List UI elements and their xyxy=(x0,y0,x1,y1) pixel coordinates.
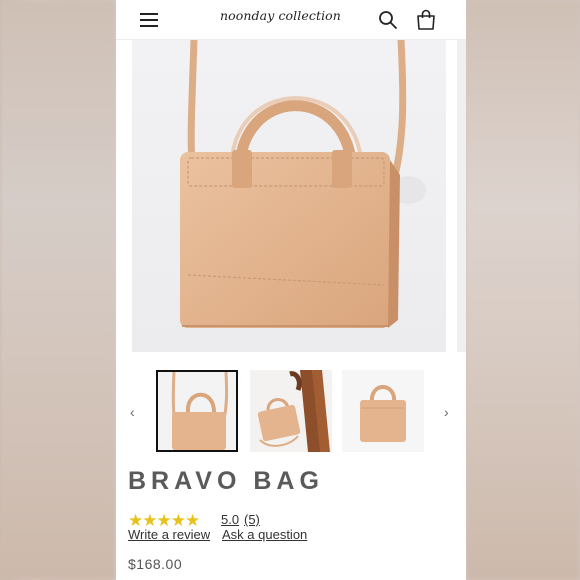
background-right xyxy=(466,0,580,580)
background-left xyxy=(0,0,116,580)
site-header: noonday collection xyxy=(116,0,466,40)
thumbnail-3-image xyxy=(360,385,406,442)
ask-question-link[interactable]: Ask a question xyxy=(222,527,307,542)
bag-illustration xyxy=(180,39,426,328)
carousel-next-arrow[interactable]: › xyxy=(444,404,449,420)
search-icon[interactable] xyxy=(378,10,398,30)
thumbnail-2-image xyxy=(257,370,330,452)
write-review-link[interactable]: Write a review xyxy=(128,527,210,542)
thumbnail-1[interactable] xyxy=(156,370,238,452)
next-image-peek xyxy=(457,40,466,352)
hamburger-menu-icon[interactable] xyxy=(140,12,158,28)
thumbnail-3[interactable] xyxy=(342,370,424,452)
site-logo[interactable]: noonday collection xyxy=(220,8,360,30)
product-price: $168.00 xyxy=(128,556,183,572)
rating-value[interactable]: 5.0 xyxy=(221,512,239,527)
shopping-bag-icon[interactable] xyxy=(415,9,437,31)
carousel-prev-arrow[interactable]: ‹ xyxy=(130,404,135,420)
thumbnail-1-image xyxy=(171,372,229,450)
review-count-link[interactable]: (5) xyxy=(244,512,260,527)
phone-screen: noonday collection ‹ › BRAVO BAG ★★★★★ 5… xyxy=(116,0,466,580)
thumbnail-2[interactable] xyxy=(250,370,332,452)
product-main-image[interactable] xyxy=(132,39,446,352)
product-title: BRAVO BAG xyxy=(128,467,324,495)
thumbnail-carousel: ‹ › xyxy=(116,368,466,458)
